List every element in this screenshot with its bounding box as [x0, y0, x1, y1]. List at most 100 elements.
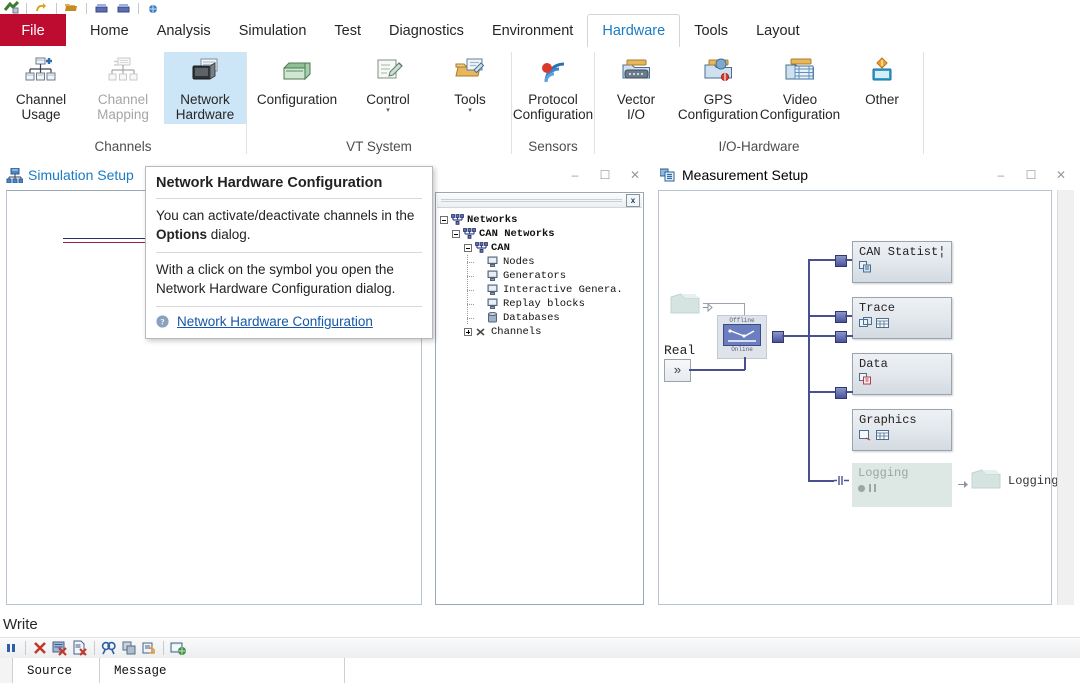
tree-indent — [462, 297, 474, 311]
real-to-switch-wire-h — [689, 369, 745, 371]
tree-item-interactive-genera[interactable]: Interactive Genera. — [438, 283, 641, 297]
ribbon-button-vector-i-o[interactable]: Vector I/O — [595, 52, 677, 124]
online-offline-switch[interactable]: Offline Online — [717, 315, 767, 359]
tree-item-label: Nodes — [503, 256, 535, 268]
block-port-1[interactable] — [835, 255, 847, 267]
tree-item-networks[interactable]: Networks — [438, 213, 641, 227]
splitter-bar[interactable]: x — [437, 194, 642, 208]
block-port-3[interactable] — [835, 331, 847, 343]
tree-expander-minus[interactable] — [462, 241, 474, 255]
ribbon-button-video-configuration[interactable]: Video Configuration — [759, 52, 841, 124]
panel-close-small[interactable]: x — [626, 194, 640, 207]
tree-item-label: Channels — [491, 326, 541, 338]
divider — [25, 641, 26, 655]
tree-item-databases[interactable]: Databases — [438, 311, 641, 325]
ribbon-tab-tools[interactable]: Tools — [680, 14, 742, 47]
block-port-2[interactable] — [835, 311, 847, 323]
ribbon-tab-diagnostics[interactable]: Diagnostics — [375, 14, 478, 47]
find-icon[interactable] — [101, 640, 117, 656]
data-block[interactable]: Data — [852, 353, 952, 395]
ribbon-tab-layout[interactable]: Layout — [742, 14, 814, 47]
chevron-down-icon[interactable]: ▾ — [386, 108, 390, 114]
ribbon-button-other[interactable]: Other — [841, 52, 923, 109]
ribbon-button-control[interactable]: Control▾ — [347, 52, 429, 116]
ribbon-tab-analysis[interactable]: Analysis — [143, 14, 225, 47]
pause-icon[interactable] — [3, 640, 19, 656]
tree-indent — [450, 269, 462, 283]
ribbon-button-tools[interactable]: Tools▾ — [429, 52, 511, 116]
folder-icon[interactable] — [970, 467, 1004, 496]
measurement-scrollbar[interactable] — [1057, 190, 1074, 605]
block-port-4[interactable] — [835, 387, 847, 399]
tree-expander-minus[interactable] — [438, 213, 450, 227]
ribbon-tab-environment[interactable]: Environment — [478, 14, 587, 47]
config2-icon[interactable] — [116, 1, 131, 14]
write-column-source[interactable]: Source — [13, 658, 100, 683]
trace-block[interactable]: Trace — [852, 297, 952, 339]
paste-icon[interactable] — [141, 640, 157, 656]
maximize-button[interactable]: ☐ — [1016, 164, 1046, 186]
can-statistics-block[interactable]: CAN Statist¦ — [852, 241, 952, 283]
network-tree[interactable]: Networks CAN Networks CAN Nodes Generato… — [438, 209, 641, 602]
delete-all-icon[interactable] — [52, 640, 68, 656]
ribbon-button-gps-configuration[interactable]: GPS Configuration — [677, 52, 759, 124]
write-gutter — [0, 658, 13, 683]
save-icon[interactable] — [4, 1, 19, 14]
tree-item-generators[interactable]: Generators — [438, 269, 641, 283]
logging-block[interactable]: Logging — [852, 463, 952, 507]
splitter-grip[interactable] — [441, 198, 622, 204]
ribbon-tab-home[interactable]: Home — [76, 14, 143, 47]
ribbon-button-channel-usage[interactable]: Channel Usage — [0, 52, 82, 124]
minimize-button[interactable]: – — [560, 164, 590, 186]
undo-icon[interactable] — [34, 1, 49, 14]
tree-item-channels[interactable]: Channels — [438, 325, 641, 339]
write-column-message[interactable]: Message — [100, 658, 345, 683]
globe-icon[interactable] — [146, 1, 161, 14]
delete-file-icon[interactable] — [72, 640, 88, 656]
data-label: Data — [859, 357, 951, 371]
tree-indent — [438, 283, 450, 297]
ribbon-tab-file[interactable]: File — [0, 14, 66, 47]
ribbon-tab-test[interactable]: Test — [320, 14, 375, 47]
tooltip-body-2: With a click on the symbol you open the … — [146, 253, 432, 306]
tooltip-link[interactable]: Network Hardware Configuration — [177, 314, 373, 329]
tree-item-nodes[interactable]: Nodes — [438, 255, 641, 269]
file-source-icon[interactable] — [669, 291, 703, 322]
maximize-button[interactable]: ☐ — [590, 164, 620, 186]
ribbon-button-label: Configuration — [257, 92, 337, 107]
ribbon-tab-simulation[interactable]: Simulation — [225, 14, 321, 47]
switch-output-port[interactable] — [772, 331, 784, 343]
ribbon-button-protocol-configuration[interactable]: Protocol Configuration — [512, 52, 594, 124]
ribbon-button-configuration[interactable]: Configuration — [247, 52, 347, 109]
tree-expander-plus[interactable] — [462, 325, 474, 339]
measurement-canvas[interactable]: Offline Online Real » — [658, 190, 1052, 605]
tree-indent — [438, 325, 450, 339]
tree-item-replay-blocks[interactable]: Replay blocks — [438, 297, 641, 311]
graphics-block[interactable]: Graphics — [852, 409, 952, 451]
ribbon-tab-hardware[interactable]: Hardware — [587, 14, 680, 47]
divider — [163, 641, 164, 655]
trunk-wire-h — [782, 335, 809, 337]
clear-icon[interactable] — [32, 640, 48, 656]
tooltip-link-row[interactable]: ? Network Hardware Configuration — [146, 307, 432, 338]
network-icon — [475, 242, 488, 254]
close-button[interactable]: ✕ — [620, 164, 650, 186]
trunk-wire-v — [808, 259, 810, 482]
minimize-button[interactable]: – — [986, 164, 1016, 186]
tree-indent — [450, 311, 462, 325]
ribbon-button-network-hardware[interactable]: Network Hardware — [164, 52, 246, 124]
open-icon[interactable] — [64, 1, 79, 14]
chevron-down-icon[interactable]: ▾ — [468, 108, 472, 114]
tree-indent — [450, 255, 462, 269]
tree-item-can-networks[interactable]: CAN Networks — [438, 227, 641, 241]
close-button[interactable]: ✕ — [1046, 164, 1076, 186]
export-icon[interactable] — [170, 640, 186, 656]
tree-item-can[interactable]: CAN — [438, 241, 641, 255]
logging-label: Logging — [858, 466, 952, 480]
ribbon-group-label: VT System — [247, 139, 511, 162]
tree-expander-minus[interactable] — [450, 227, 462, 241]
tree-indent — [438, 241, 450, 255]
real-expand-button[interactable]: » — [664, 359, 691, 382]
config1-icon[interactable] — [94, 1, 109, 14]
copy-icon[interactable] — [121, 640, 137, 656]
